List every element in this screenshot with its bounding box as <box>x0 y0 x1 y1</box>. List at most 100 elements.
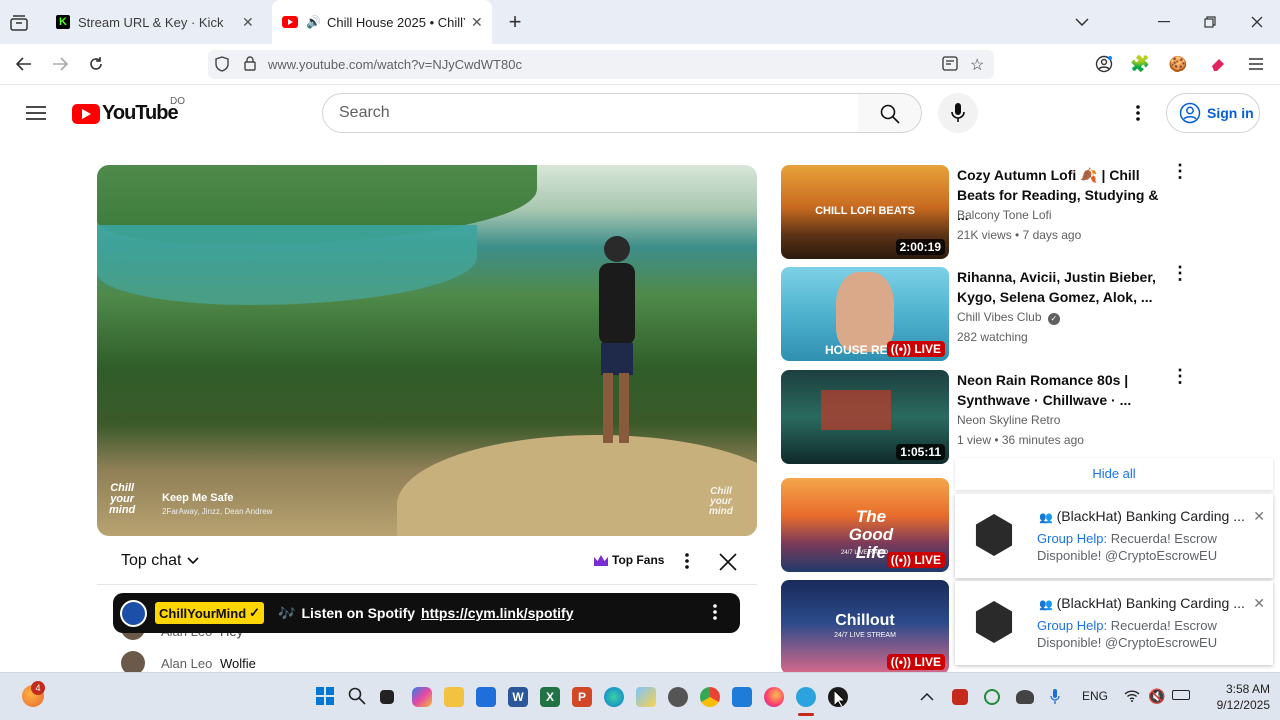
powerpoint-icon[interactable]: P <box>572 687 592 707</box>
tab-list-chevron-icon[interactable] <box>1072 12 1092 32</box>
new-tab-button[interactable]: + <box>504 9 526 34</box>
video-player[interactable]: Chill your mind Keep Me Safe 2FarAway, J… <box>97 165 757 536</box>
video-title[interactable]: Neon Rain Romance 80s | Synthwave · Chil… <box>957 370 1167 410</box>
tray-app-icon[interactable] <box>952 689 968 705</box>
tray-microphone-icon[interactable] <box>1050 689 1070 709</box>
top-chat-label: Top chat <box>121 552 182 569</box>
recommendation-item[interactable]: 1:05:11 Neon Rain Romance 80s | Synthwav… <box>781 367 1189 464</box>
bookmark-star-icon[interactable]: ☆ <box>970 55 984 75</box>
top-chat-dropdown[interactable]: Top chat <box>121 552 200 570</box>
pinned-chat-message[interactable]: ChillYourMind ✓ 🎶 Listen on Spotify http… <box>113 593 740 633</box>
tab-youtube-chill-house[interactable]: 🔊 Chill House 2025 • ChillYourMind ✕ <box>272 0 492 44</box>
firefox-icon[interactable] <box>764 687 784 707</box>
network-tool-icon[interactable] <box>668 687 688 707</box>
battery-icon[interactable] <box>1172 690 1190 700</box>
address-bar[interactable]: www.youtube.com/watch?v=NJyCwdWT80c ☆ <box>208 50 994 79</box>
live-label: LIVE <box>914 655 941 669</box>
task-view-icon[interactable] <box>380 690 394 704</box>
lock-icon[interactable] <box>244 56 256 76</box>
sync-icon[interactable] <box>984 689 1000 705</box>
reader-view-icon[interactable] <box>942 56 958 76</box>
close-notification-icon[interactable]: ✕ <box>1253 595 1265 612</box>
recommendation-item[interactable]: CHILL LOFI BEATS 2:00:19 Cozy Autumn Lof… <box>781 162 1189 259</box>
tab-title: Stream URL & Key · Kick Dashboard <box>78 14 228 30</box>
channel-name[interactable]: Chill Vibes Club ✓ <box>957 310 1060 325</box>
recommendation-item[interactable]: HOUSE RELAX ((•)) LIVE Rihanna, Avicii, … <box>781 264 1189 361</box>
tab-overview-icon[interactable] <box>8 12 30 34</box>
youtube-logo-text: YouTube <box>102 102 179 124</box>
channel-name[interactable]: Balcony Tone Lofi <box>957 208 1052 222</box>
forward-icon[interactable] <box>50 54 70 74</box>
settings-more-icon[interactable] <box>1128 103 1148 123</box>
microphone-icon <box>951 103 965 122</box>
video-thumbnail[interactable]: 1:05:11 <box>781 370 949 464</box>
video-more-icon[interactable]: ⋮ <box>1171 162 1189 180</box>
close-chat-icon[interactable] <box>717 551 739 573</box>
volume-muted-icon[interactable]: 🔇 <box>1148 688 1165 705</box>
country-code: DO <box>170 96 185 107</box>
video-thumbnail[interactable]: HOUSE RELAX ((•)) LIVE <box>781 267 949 361</box>
video-more-icon[interactable]: ⋮ <box>1171 264 1189 282</box>
close-tab-icon[interactable]: ✕ <box>471 14 483 31</box>
video-thumbnail[interactable]: CHILL LOFI BEATS 2:00:19 <box>781 165 949 259</box>
hide-all-notifications-button[interactable]: Hide all <box>955 458 1273 490</box>
notification-card[interactable]: 👥 (BlackHat) Banking Carding ... Group H… <box>955 494 1273 578</box>
close-notification-icon[interactable]: ✕ <box>1253 508 1265 525</box>
excel-icon[interactable]: X <box>540 687 560 707</box>
thumbnail-portrait <box>836 272 894 352</box>
chat-more-icon[interactable] <box>679 551 695 571</box>
clock[interactable]: 3:58 AM 9/12/2025 <box>1200 681 1270 713</box>
hamburger-menu-icon[interactable] <box>24 103 48 123</box>
search-button[interactable] <box>858 93 922 133</box>
youtube-logo[interactable]: YouTube DO <box>72 96 185 125</box>
store-icon[interactable] <box>476 687 496 707</box>
tab-kick-dashboard[interactable]: K Stream URL & Key · Kick Dashboard ✕ <box>46 6 268 38</box>
restore-icon[interactable] <box>1200 12 1220 32</box>
video-more-icon[interactable]: ⋮ <box>1171 367 1189 385</box>
voice-search-button[interactable] <box>938 93 978 133</box>
pinned-author-badge[interactable]: ChillYourMind ✓ <box>155 602 265 624</box>
notepad-icon[interactable] <box>732 687 752 707</box>
extensions-puzzle-icon[interactable]: 🧩 <box>1130 54 1150 74</box>
file-explorer-icon[interactable] <box>444 687 464 707</box>
photos-icon[interactable] <box>636 687 656 707</box>
watermark-line: mind <box>109 504 136 516</box>
video-meta: 1 view • 36 minutes ago <box>957 433 1084 447</box>
pinned-more-icon[interactable] <box>713 604 717 623</box>
notification-card[interactable]: 👥 (BlackHat) Banking Carding ... Group H… <box>955 581 1273 665</box>
edge-icon[interactable] <box>604 687 624 707</box>
channel-name[interactable]: Neon Skyline Retro <box>957 413 1060 427</box>
search-input[interactable]: Search <box>322 93 859 133</box>
word-icon[interactable]: W <box>508 687 528 707</box>
tracking-shield-icon[interactable] <box>215 56 229 77</box>
sign-in-label: Sign in <box>1207 105 1254 121</box>
chrome-icon[interactable] <box>700 687 720 707</box>
language-indicator[interactable]: ENG <box>1082 689 1108 703</box>
minimize-icon[interactable] <box>1154 12 1174 32</box>
top-fans-button[interactable]: Top Fans <box>594 553 664 567</box>
sign-in-button[interactable]: Sign in <box>1166 93 1260 133</box>
url-text: www.youtube.com/watch?v=NJyCwdWT80c <box>268 57 522 72</box>
show-hidden-icons-chevron-icon[interactable] <box>920 688 934 706</box>
browser-menu-icon[interactable] <box>1246 54 1266 74</box>
reload-icon[interactable] <box>86 54 106 74</box>
speaker-icon[interactable]: 🔊 <box>306 15 321 29</box>
telegram-icon[interactable] <box>796 687 816 707</box>
extension-cookie-icon[interactable]: 🍪 <box>1168 54 1188 74</box>
copilot-icon[interactable] <box>412 687 432 707</box>
notification-group: Group Help: <box>1037 531 1108 546</box>
wifi-icon[interactable] <box>1124 689 1140 707</box>
video-thumbnail[interactable]: Chillout 24/7 LIVE STREAM ((•)) LIVE <box>781 580 949 674</box>
video-thumbnail[interactable]: The Good Life 24/7 LIVE RADIO ((•)) LIVE <box>781 478 949 572</box>
video-title[interactable]: Rihanna, Avicii, Justin Bieber, Kygo, Se… <box>957 267 1167 307</box>
extension-eraser-icon[interactable] <box>1208 54 1228 74</box>
vpn-icon[interactable] <box>1016 690 1034 704</box>
spotify-link[interactable]: https://cym.link/spotify <box>421 605 573 621</box>
search-icon[interactable] <box>348 687 368 707</box>
verified-check-icon: ✓ <box>249 605 261 620</box>
close-window-icon[interactable] <box>1247 12 1267 32</box>
account-icon[interactable] <box>1094 54 1114 74</box>
close-tab-icon[interactable]: ✕ <box>242 14 254 31</box>
windows-start-icon[interactable] <box>316 687 336 707</box>
back-icon[interactable] <box>14 54 34 74</box>
